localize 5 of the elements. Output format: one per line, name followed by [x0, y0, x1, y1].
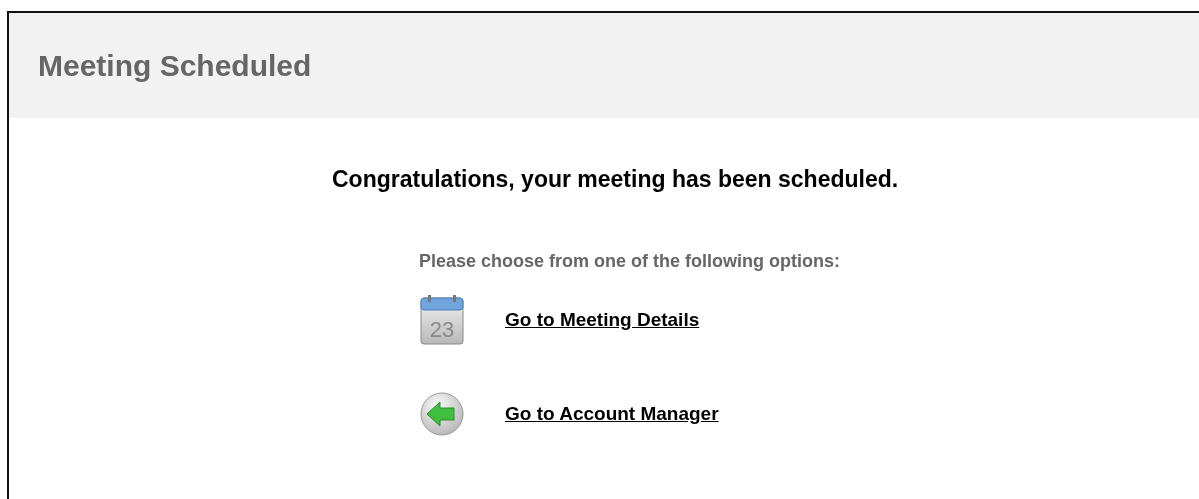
options-prompt: Please choose from one of the following options: [419, 251, 842, 272]
page-title: Meeting Scheduled [38, 48, 312, 83]
option-link[interactable]: Go to Account Manager [505, 403, 719, 425]
confirmation-message: Congratulations, your meeting has been scheduled. [332, 166, 900, 193]
option-link[interactable]: Go to Meeting Details [505, 309, 700, 331]
